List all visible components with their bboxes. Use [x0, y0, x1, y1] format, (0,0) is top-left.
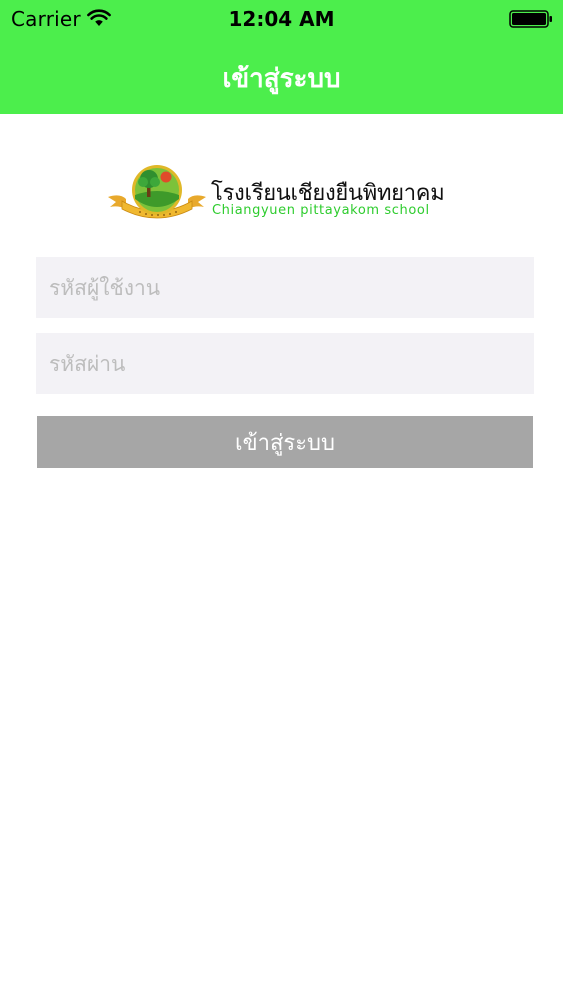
school-logo: โรงเรียนเชียงยืนพิทยาคม Chiangyuen pitta…: [106, 163, 460, 225]
status-bar: Carrier 12:04 AM: [0, 0, 563, 40]
page-title: เข้าสู่ระบบ: [222, 64, 341, 94]
password-input[interactable]: [36, 333, 534, 394]
school-emblem-icon: [108, 165, 206, 219]
login-screen: Carrier 12:04 AM เข้าสู่ระบบ โรงเรียนเชี…: [0, 0, 563, 1000]
battery-icon: [509, 10, 552, 28]
school-name-english: Chiangyuen pittayakom school: [212, 203, 430, 218]
header: Carrier 12:04 AM เข้าสู่ระบบ: [0, 0, 563, 114]
clock: 12:04 AM: [228, 7, 335, 31]
username-input[interactable]: [36, 257, 534, 318]
login-button[interactable]: เข้าสู่ระบบ: [37, 416, 533, 468]
